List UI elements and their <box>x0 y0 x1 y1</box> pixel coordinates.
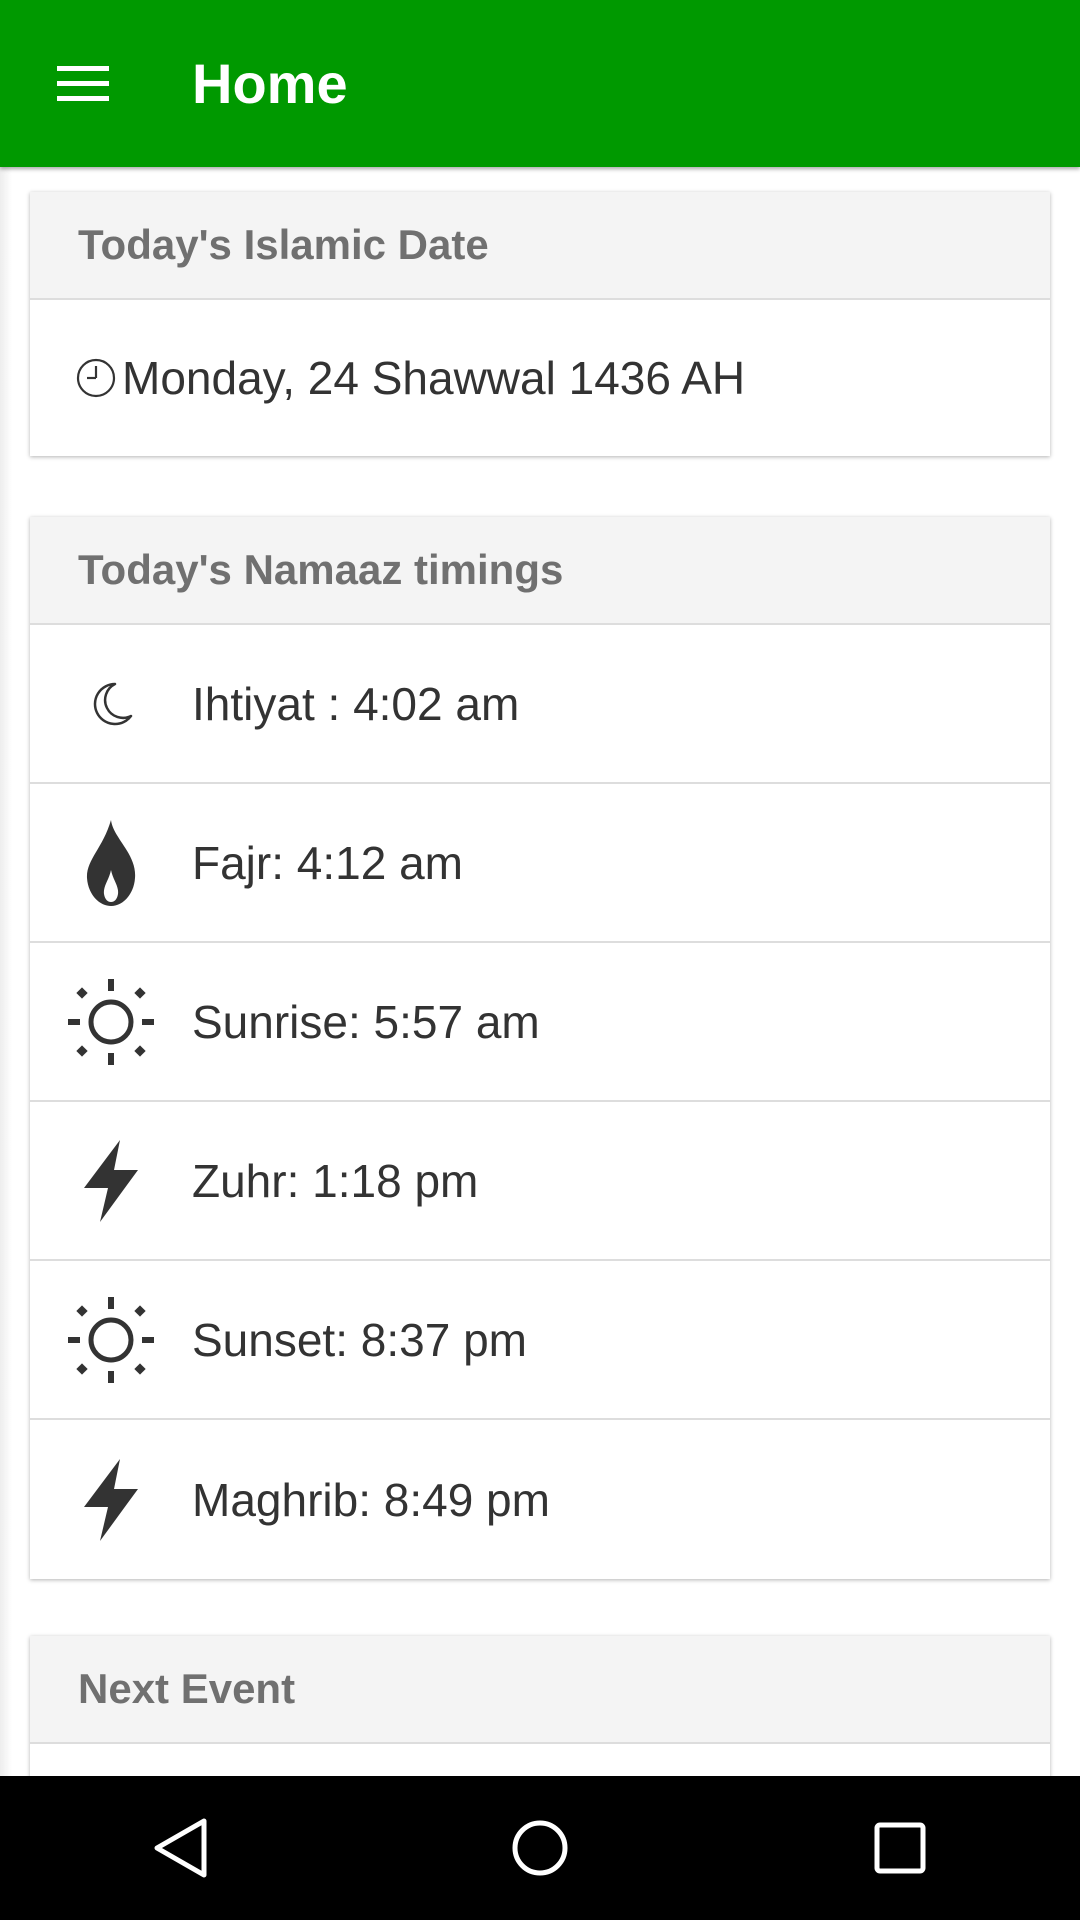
prayer-row-sunrise[interactable]: Sunrise: 5:57 am <box>30 943 1050 1102</box>
recents-square-icon <box>874 1822 926 1874</box>
edge-shadow <box>0 167 12 1776</box>
namaaz-timings-card-header: Today's Namaaz timings <box>30 517 1050 625</box>
next-event-card: Next Event <box>30 1636 1050 1776</box>
moon-icon <box>30 625 192 782</box>
menu-button[interactable] <box>38 40 128 128</box>
islamic-date-row: Monday, 24 Shawwal 1436 AH <box>30 300 1050 456</box>
back-triangle-icon <box>154 1818 207 1878</box>
flame-icon <box>30 784 192 941</box>
prayer-row-zuhr[interactable]: Zuhr: 1:18 pm <box>30 1102 1050 1261</box>
prayer-row-fajr[interactable]: Fajr: 4:12 am <box>30 784 1050 943</box>
prayer-time-label: Zuhr: 1:18 pm <box>192 1154 479 1207</box>
nav-home-button[interactable] <box>470 1788 610 1908</box>
home-circle-icon <box>512 1820 568 1876</box>
lightning-icon <box>30 1102 192 1259</box>
prayer-time-label: Ihtiyat : 4:02 am <box>192 677 520 730</box>
nav-back-button[interactable] <box>110 1788 250 1908</box>
prayer-time-label: Sunrise: 5:57 am <box>192 995 540 1048</box>
prayer-row-sunset[interactable]: Sunset: 8:37 pm <box>30 1261 1050 1420</box>
clock-icon <box>76 358 116 398</box>
prayer-row-maghrib[interactable]: Maghrib: 8:49 pm <box>30 1420 1050 1579</box>
prayer-time-label: Maghrib: 8:49 pm <box>192 1473 550 1526</box>
next-event-card-header: Next Event <box>30 1636 1050 1744</box>
nav-recents-button[interactable] <box>830 1788 970 1908</box>
islamic-date-card: Today's Islamic Date Monday, 24 Shawwal … <box>30 192 1050 456</box>
lightning-icon <box>30 1420 192 1579</box>
namaaz-timings-card: Today's Namaaz timings Ihtiyat : 4:02 am… <box>30 517 1050 1579</box>
sun-icon <box>30 943 192 1100</box>
hamburger-menu-icon <box>57 66 109 101</box>
islamic-date-text: Monday, 24 Shawwal 1436 AH <box>122 352 746 404</box>
sun-icon <box>30 1261 192 1418</box>
content-area[interactable]: Today's Islamic Date Monday, 24 Shawwal … <box>0 167 1080 1776</box>
prayer-row-ihtiyat[interactable]: Ihtiyat : 4:02 am <box>30 625 1050 784</box>
system-navigation-bar <box>0 1776 1080 1920</box>
islamic-date-card-header: Today's Islamic Date <box>30 192 1050 300</box>
app-bar: Home <box>0 0 1080 167</box>
prayer-time-label: Fajr: 4:12 am <box>192 836 463 889</box>
page-title: Home <box>192 52 348 115</box>
prayer-time-label: Sunset: 8:37 pm <box>192 1313 527 1366</box>
